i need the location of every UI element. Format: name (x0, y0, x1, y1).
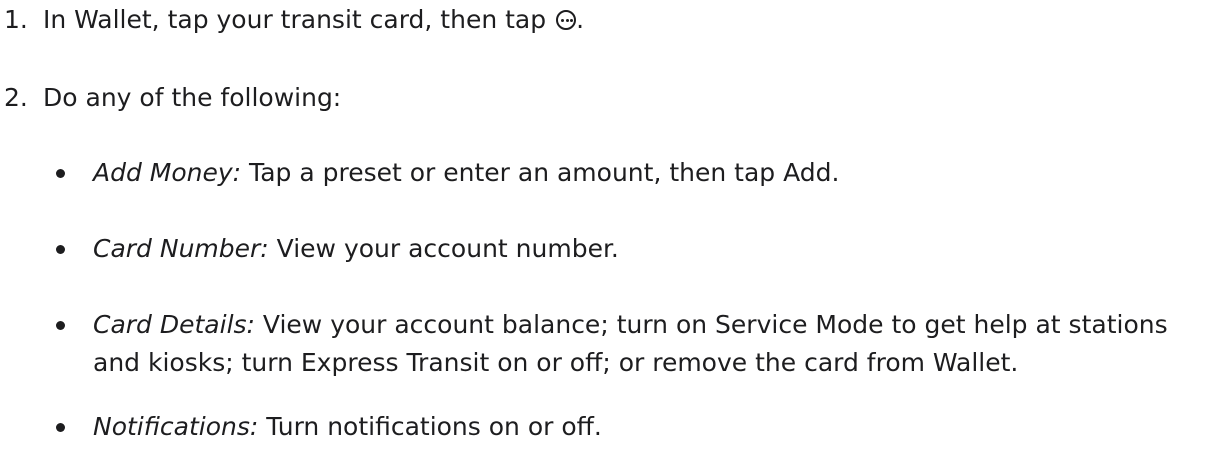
option-add-money: Add Money: Tap a preset or enter an amou… (56, 154, 1216, 192)
step-2: 2. Do any of the following: (0, 79, 341, 117)
option-notifications: Notifications: Turn notifications on or … (56, 408, 1216, 446)
step-text: In Wallet, tap your transit card, then t… (43, 5, 555, 34)
option-description: View your account balance; turn on Servi… (93, 310, 1168, 377)
option-card-details: Card Details: View your account balance;… (56, 306, 1216, 382)
bullet-dot (56, 321, 65, 330)
step-text: Do any of the following: (43, 83, 342, 112)
instructions-document: 1. In Wallet, tap your transit card, then… (0, 0, 1226, 453)
option-term: Add Money: (93, 158, 242, 187)
bullet-dot (56, 423, 65, 432)
bullet-dot (56, 169, 65, 178)
step-number: 1. (4, 5, 28, 34)
step-number: 2. (4, 83, 28, 112)
option-description: Turn notifications on or off. (258, 412, 602, 441)
option-term: Card Details: (93, 310, 255, 339)
step-1: 1. In Wallet, tap your transit card, then… (0, 1, 584, 39)
option-term: Notifications: (93, 412, 259, 441)
bullet-dot (56, 245, 65, 254)
option-description: Tap a preset or enter an amount, then ta… (241, 158, 840, 187)
option-card-number: Card Number: View your account number. (56, 230, 1216, 268)
option-term: Card Number: (93, 234, 269, 263)
option-description: View your account number. (268, 234, 619, 263)
more-ellipsis-circle-icon (556, 10, 577, 30)
step-text-end: . (576, 5, 585, 34)
